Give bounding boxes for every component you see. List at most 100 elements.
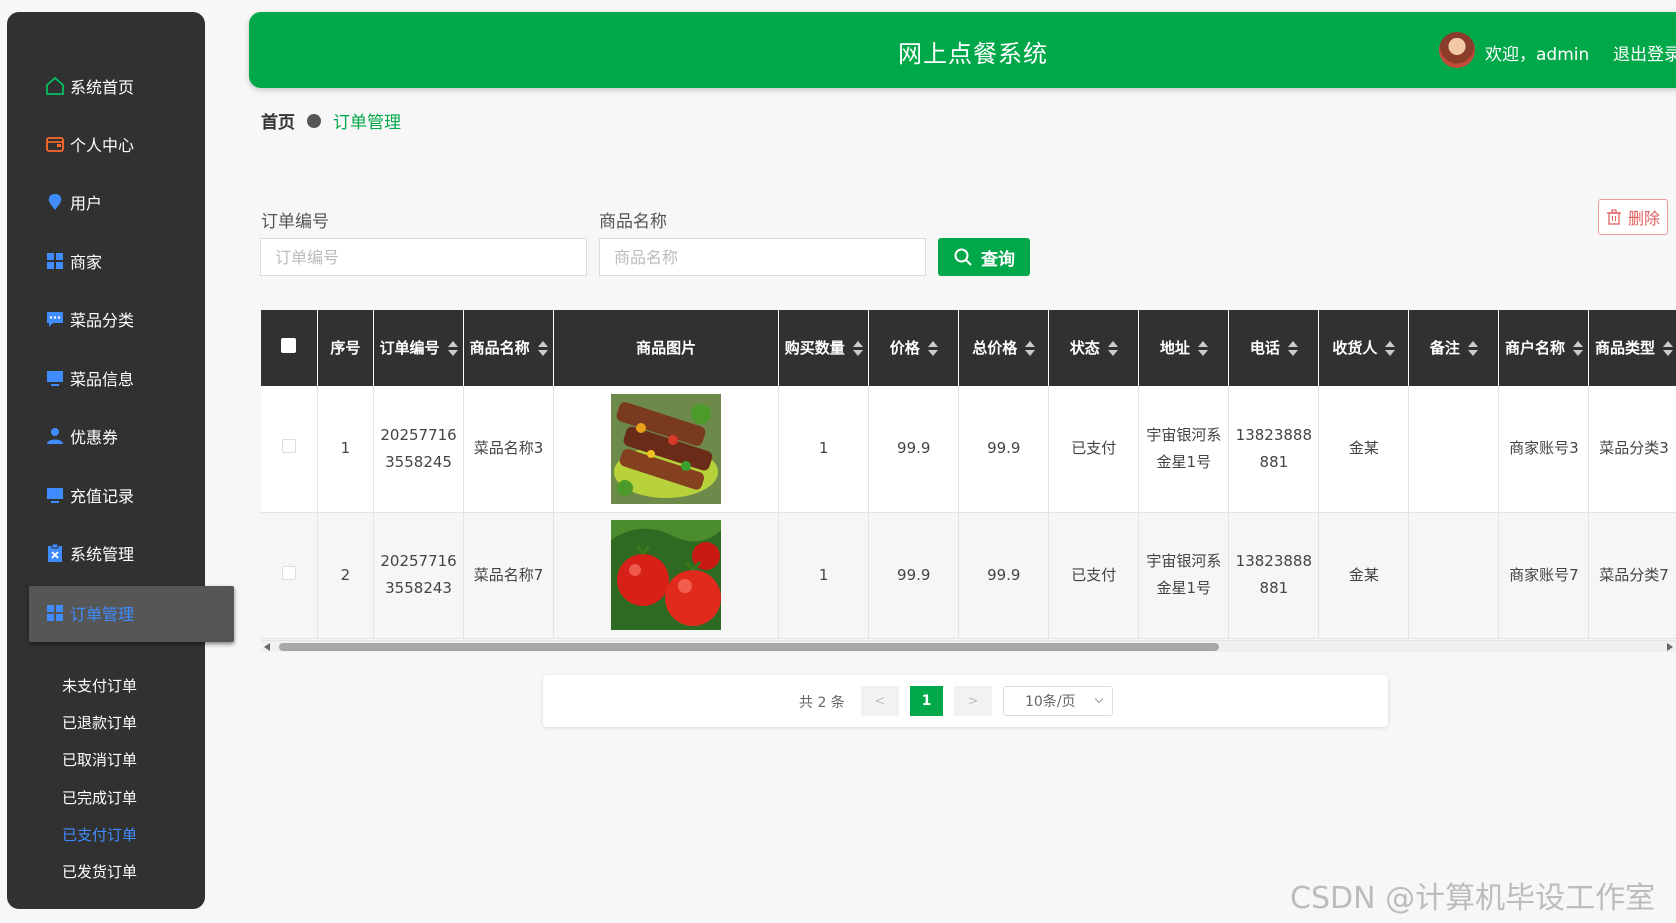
sort-icon[interactable]: [927, 340, 938, 356]
cell-index: 1: [317, 386, 375, 513]
header-cell-sortable[interactable]: 状态: [1048, 310, 1140, 386]
cell-price: 99.9: [868, 512, 960, 639]
sidebar-item-users[interactable]: 用户: [7, 182, 205, 222]
sort-icon[interactable]: [1662, 340, 1673, 356]
submenu-unpaid-orders[interactable]: 未支付订单: [62, 672, 137, 700]
header-cell-sortable[interactable]: 订单编号: [373, 310, 465, 386]
table-row[interactable]: 1 202577163558245 菜品名称3 1 99.9 99.9 已支付 …: [261, 386, 1676, 513]
sidebar-item-label: 充值记录: [70, 487, 135, 506]
sidebar-item-label: 商家: [70, 253, 103, 272]
sort-icon[interactable]: [1197, 340, 1208, 356]
row-checkbox[interactable]: [281, 565, 296, 580]
cell-image: [553, 512, 780, 639]
order-no-input[interactable]: [260, 238, 587, 276]
submenu-shipped-orders[interactable]: 已发货订单: [62, 858, 137, 886]
header-cell-sortable[interactable]: 商品类型: [1588, 310, 1676, 386]
order-no-label: 订单编号: [261, 212, 329, 232]
submenu-refunded-orders[interactable]: 已退款订单: [62, 709, 137, 737]
clipboard-x-icon: [44, 542, 66, 564]
scroll-left-icon[interactable]: [264, 643, 270, 651]
sidebar-item-system[interactable]: 系统管理: [7, 533, 205, 573]
chat-icon: [44, 308, 66, 330]
breadcrumb-current: 订单管理: [333, 113, 401, 133]
header-cell-sortable[interactable]: 地址: [1138, 310, 1230, 386]
header-cell-sortable[interactable]: 备注: [1408, 310, 1500, 386]
sort-icon[interactable]: [852, 340, 863, 356]
wallet-icon: [44, 133, 66, 155]
cell-phone: 13823888881: [1228, 386, 1320, 513]
sidebar: 系统首页 个人中心 用户 商家 菜品分类 菜品信息 优惠券 充值记录 系统管理 …: [7, 12, 234, 909]
submenu-paid-orders[interactable]: 已支付订单: [62, 821, 137, 849]
sidebar-item-dish-info[interactable]: 菜品信息: [7, 358, 205, 398]
cell-category: 菜品分类3: [1588, 386, 1676, 513]
header-cell-sortable[interactable]: 总价格: [958, 310, 1050, 386]
scroll-thumb[interactable]: [279, 643, 1219, 651]
header-cell-sortable[interactable]: 收货人: [1318, 310, 1410, 386]
sidebar-item-label: 系统管理: [70, 545, 135, 564]
header-label: 状态: [1069, 338, 1100, 357]
tomatoes-image[interactable]: [611, 520, 722, 630]
header-select-all[interactable]: [261, 310, 318, 386]
sidebar-item-label: 用户: [70, 194, 103, 213]
header-cell-sortable[interactable]: 购买数量: [778, 310, 870, 386]
sidebar-item-personal[interactable]: 个人中心: [7, 124, 205, 164]
sidebar-item-coupon[interactable]: 优惠券: [7, 416, 205, 456]
sidebar-item-recharge[interactable]: 充值记录: [7, 475, 205, 515]
table-header-row: 序号 订单编号 商品名称 商品图片 购买数量 价格 总价格 状态 地址 电话 收…: [261, 310, 1676, 386]
sidebar-item-orders[interactable]: 订单管理: [29, 586, 234, 642]
avatar[interactable]: [1439, 32, 1475, 68]
app-title: 网上点餐系统: [898, 40, 1048, 68]
product-name-input[interactable]: [599, 238, 926, 276]
search-button[interactable]: 查询: [938, 238, 1030, 276]
sort-icon[interactable]: [447, 340, 458, 356]
sort-icon[interactable]: [537, 340, 548, 356]
sort-icon[interactable]: [1572, 340, 1583, 356]
table-horizontal-scrollbar[interactable]: [261, 640, 1676, 652]
monitor-icon: [44, 367, 66, 389]
submenu-cancelled-orders[interactable]: 已取消订单: [62, 746, 137, 774]
cell-price: 99.9: [868, 386, 960, 513]
cell-qty: 1: [778, 386, 870, 513]
next-page-button[interactable]: >: [954, 686, 992, 716]
scroll-right-icon[interactable]: [1667, 643, 1673, 651]
sidebar-item-label: 优惠券: [70, 428, 119, 447]
sort-icon[interactable]: [1385, 340, 1396, 356]
sort-icon[interactable]: [1467, 340, 1478, 356]
header-cell-sortable[interactable]: 商品名称: [463, 310, 555, 386]
breadcrumb-home[interactable]: 首页: [261, 108, 295, 133]
top-header: 网上点餐系统 欢迎，admin 退出登录: [249, 12, 1676, 88]
logout-link[interactable]: 退出登录: [1613, 40, 1676, 65]
prev-page-button[interactable]: <: [861, 686, 899, 716]
sidebar-item-home[interactable]: 系统首页: [7, 66, 205, 106]
sort-icon[interactable]: [1287, 340, 1298, 356]
header-cell-sortable[interactable]: 价格: [868, 310, 960, 386]
table-row[interactable]: 2 202577163558243 菜品名称7 1 99.9 99.9 已支付 …: [261, 512, 1676, 639]
sidebar-item-dish-category[interactable]: 菜品分类: [7, 299, 205, 339]
sort-icon[interactable]: [1107, 340, 1118, 356]
cell-status: 已支付: [1048, 512, 1140, 639]
user-icon: [44, 425, 66, 447]
cell-status: 已支付: [1048, 386, 1140, 513]
header-label: 序号: [330, 338, 361, 357]
page-1-button[interactable]: 1: [910, 686, 943, 716]
select-all-checkbox[interactable]: [281, 337, 297, 353]
header-cell-sortable[interactable]: 电话: [1228, 310, 1320, 386]
header-label: 购买数量: [784, 338, 845, 357]
grilled-skewers-image[interactable]: [611, 393, 722, 504]
submenu-completed-orders[interactable]: 已完成订单: [62, 784, 137, 812]
cell-address: 宇宙银河系金星1号: [1138, 512, 1230, 639]
header-label: 地址: [1159, 338, 1190, 357]
cell-total: 99.9: [958, 512, 1050, 639]
page-size-select[interactable]: 10条/页: [1003, 686, 1113, 716]
home-icon: [44, 75, 66, 97]
row-select-cell[interactable]: [261, 386, 318, 513]
delete-button[interactable]: 删除: [1598, 199, 1668, 235]
sidebar-item-merchant[interactable]: 商家: [7, 241, 205, 281]
product-name-label: 商品名称: [599, 212, 667, 232]
row-select-cell[interactable]: [261, 512, 318, 639]
header-cell-sortable[interactable]: 商户名称: [1498, 310, 1590, 386]
header-label: 电话: [1249, 338, 1280, 357]
pagination-total: 共 2 条: [799, 695, 845, 711]
row-checkbox[interactable]: [281, 439, 296, 454]
sort-icon[interactable]: [1025, 340, 1036, 356]
